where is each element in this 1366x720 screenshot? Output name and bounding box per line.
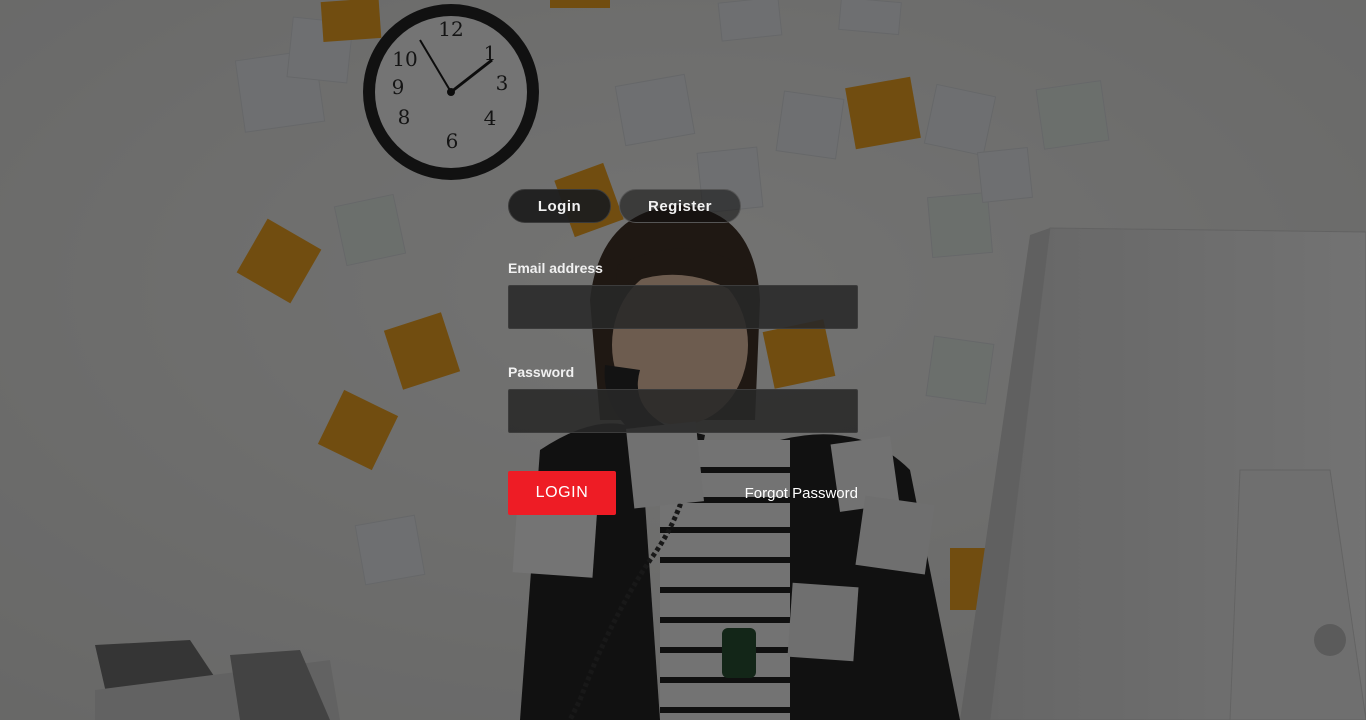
forgot-password-link[interactable]: Forgot Password — [745, 485, 858, 502]
email-field[interactable] — [508, 285, 858, 329]
tab-login-label: Login — [537, 197, 582, 215]
login-button-label: LOGIN — [535, 484, 589, 501]
auth-panel: Login Register Email address Password LO… — [508, 189, 858, 515]
email-label: Email address — [508, 260, 603, 276]
auth-tabs: Login Register — [508, 189, 858, 225]
password-label: Password — [508, 364, 575, 380]
tab-register[interactable]: Register — [619, 189, 741, 223]
login-page: 12 1 3 4 6 8 9 10 — [0, 0, 1366, 720]
tab-register-label: Register — [647, 197, 713, 215]
login-button[interactable]: LOGIN — [508, 471, 616, 515]
form-actions: LOGIN Forgot Password — [508, 471, 858, 515]
tab-login[interactable]: Login — [508, 189, 611, 223]
password-field[interactable] — [508, 389, 858, 433]
